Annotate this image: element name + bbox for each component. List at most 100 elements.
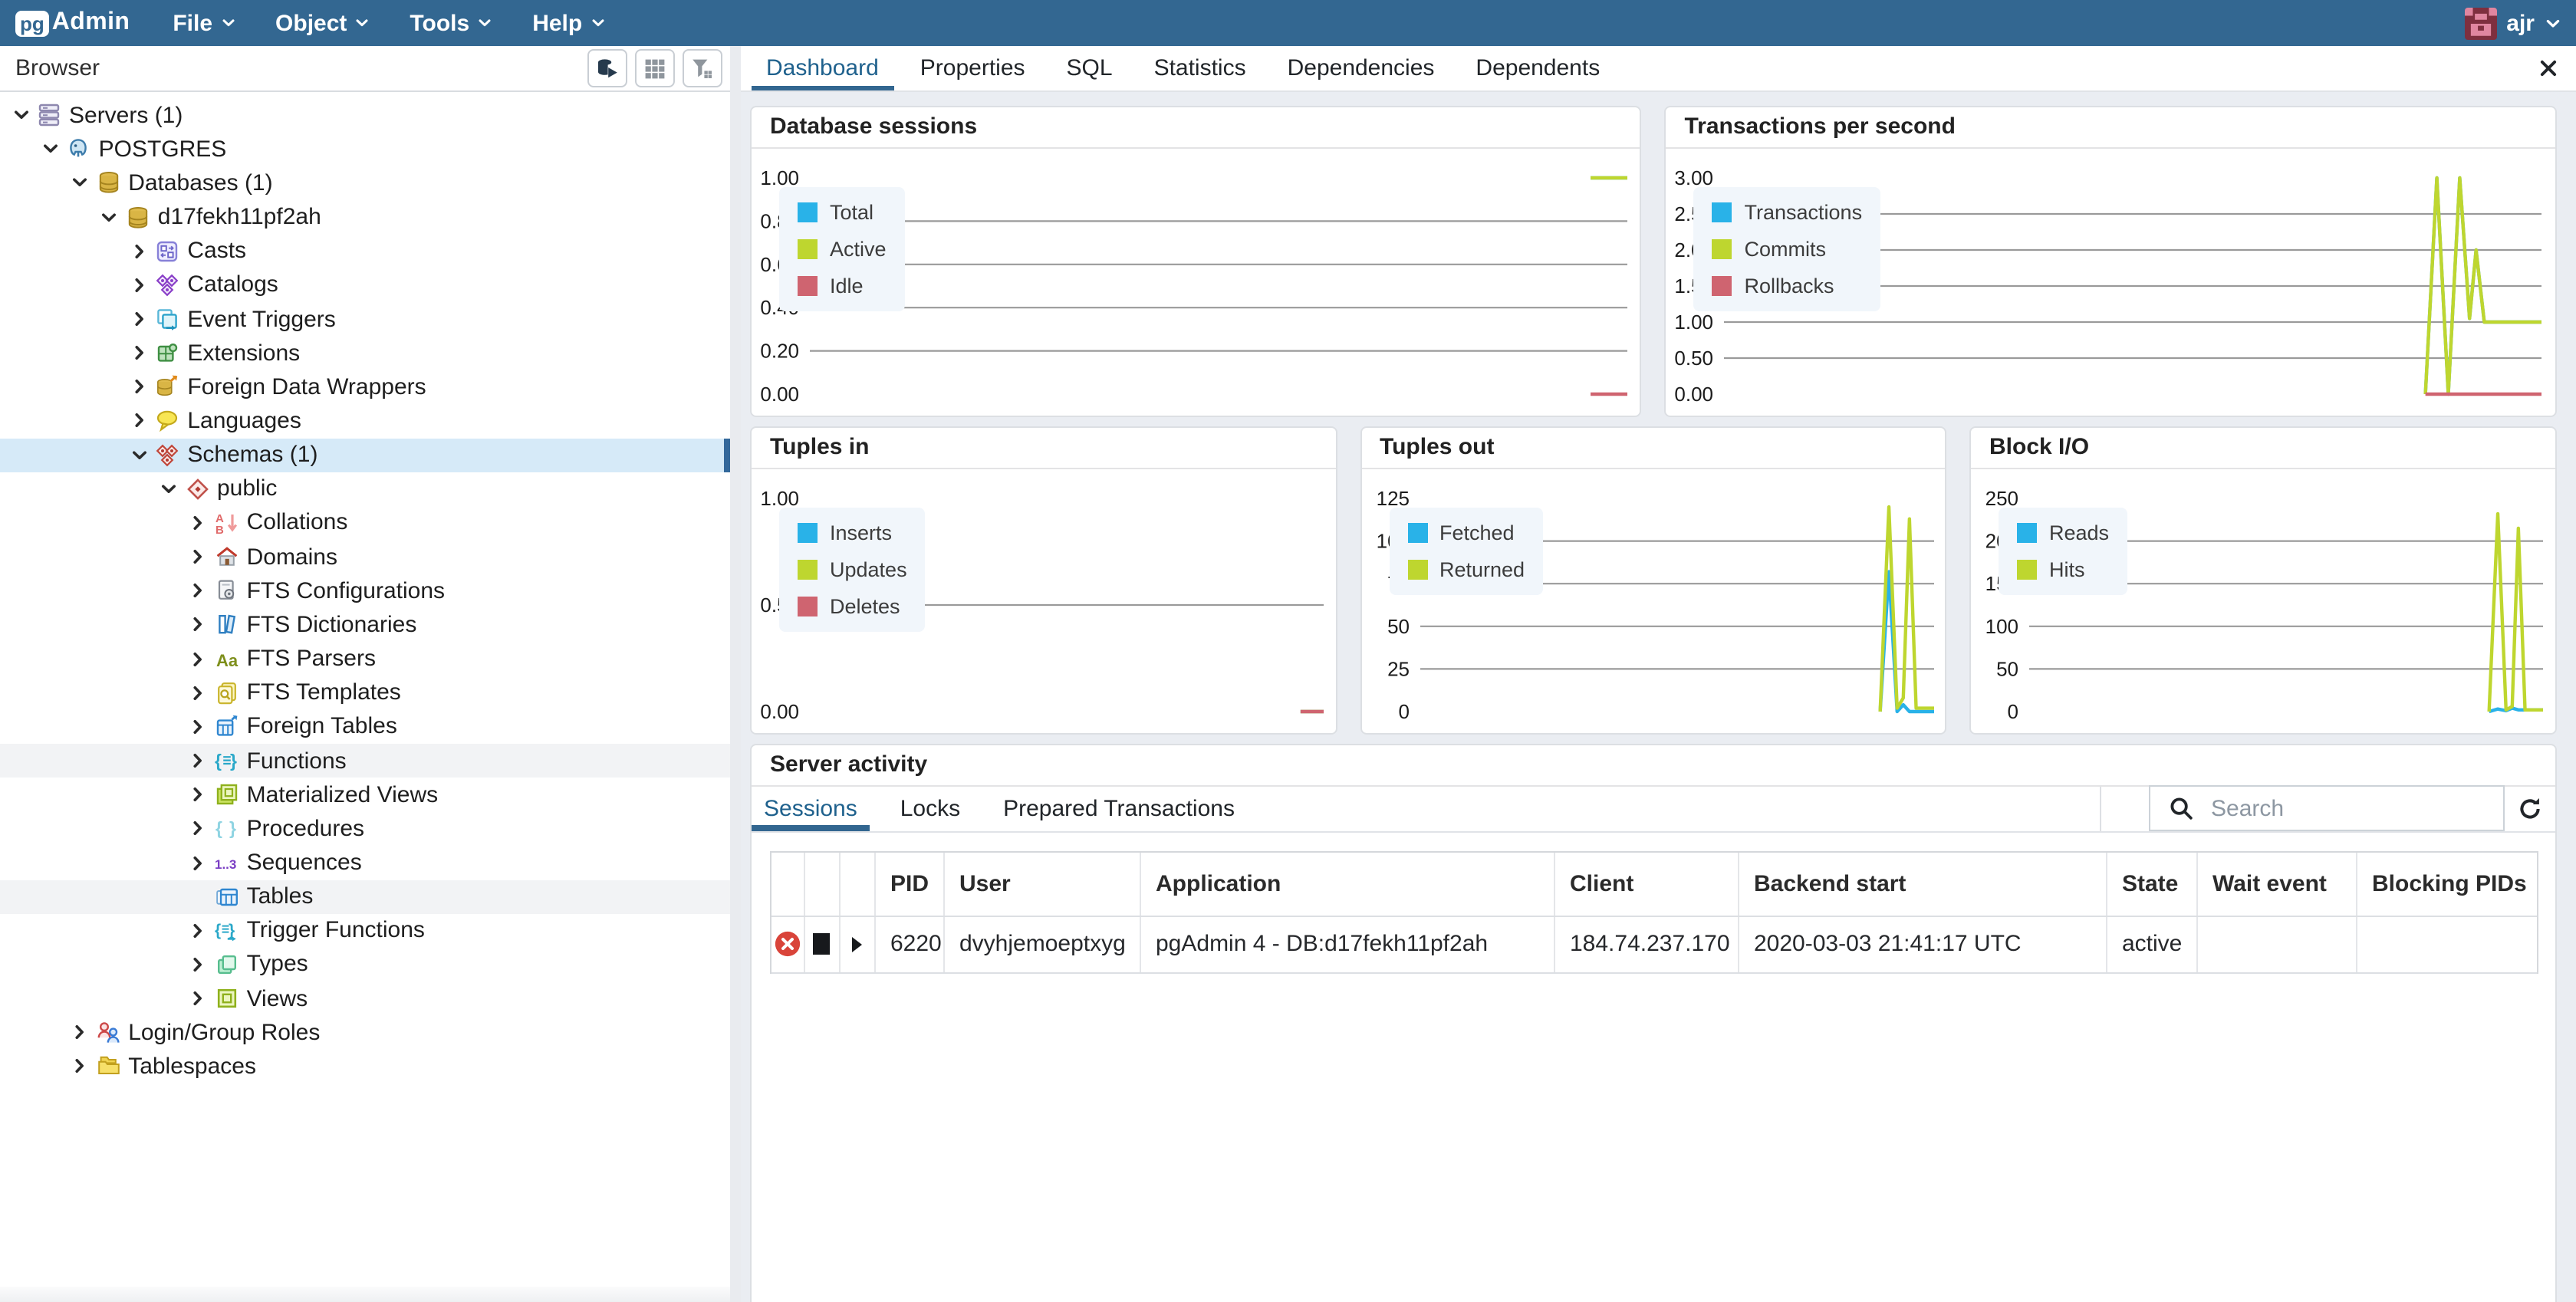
tree-item-domains[interactable]: Domains [0, 540, 730, 574]
chevron-right-icon[interactable] [129, 343, 149, 363]
menu-object[interactable]: Object [275, 10, 370, 36]
tree-item-materialized-views[interactable]: Materialized Views [0, 778, 730, 811]
chevron-right-icon[interactable] [189, 784, 209, 804]
chevron-right-icon[interactable] [189, 988, 209, 1008]
tree-item-fts-templates[interactable]: FTS Templates [0, 676, 730, 709]
chevron-right-icon[interactable] [70, 1023, 90, 1043]
user-menu[interactable]: ajr [2465, 7, 2561, 39]
chevron-right-icon[interactable] [189, 581, 209, 601]
chevron-right-icon[interactable] [189, 819, 209, 839]
tab-label: Dashboard [766, 55, 879, 81]
y-tick-label: 0.00 [760, 382, 799, 405]
chevron-right-icon[interactable] [189, 751, 209, 771]
tree-item-collations[interactable]: ABCollations [0, 506, 730, 540]
activity-tab-prepared-transactions[interactable]: Prepared Transactions [991, 786, 1247, 830]
expand-button[interactable] [850, 935, 864, 953]
database-icon [96, 171, 120, 196]
tree-item-casts[interactable]: Casts [0, 234, 730, 268]
tree-item-fts-parsers[interactable]: AaFTS Parsers [0, 642, 730, 676]
pgadmin-logo: pg Admin [15, 9, 130, 37]
chevron-down-icon[interactable] [100, 207, 120, 227]
chevron-down-icon[interactable] [129, 445, 149, 465]
tree-item-schemas-1[interactable]: Schemas (1) [0, 438, 730, 472]
legend-tuples-out: FetchedReturned [1389, 507, 1543, 594]
tab-statistics[interactable]: Statistics [1139, 46, 1262, 90]
chevron-down-icon[interactable] [11, 105, 31, 125]
tab-dependents[interactable]: Dependents [1460, 46, 1615, 90]
chevron-right-icon [130, 276, 148, 294]
event-triggers-icon [155, 307, 179, 331]
tree-item-label: Extensions [187, 340, 300, 366]
view-data-button[interactable] [635, 49, 675, 87]
main-panel: Dashboard PropertiesSQL Statistics Dependen… [740, 46, 2576, 1302]
tab-properties[interactable]: Properties [905, 46, 1041, 90]
chevron-right-icon[interactable] [189, 513, 209, 533]
sidebar-horizontal-scrollbar[interactable] [0, 1287, 730, 1302]
menu-help[interactable]: Help [532, 10, 605, 36]
legend-label-returned: Returned [1439, 557, 1525, 580]
chevron-right-icon[interactable] [129, 275, 149, 295]
tree-item-login-group-roles[interactable]: Login/Group Roles [0, 1015, 730, 1049]
tree-item-views[interactable]: Views [0, 981, 730, 1015]
chevron-right-icon[interactable] [129, 411, 149, 431]
chevron-right-icon[interactable] [129, 377, 149, 397]
tree-item-servers-1[interactable]: Servers (1) [0, 98, 730, 132]
tree-item-fts-dictionaries[interactable]: FTS Dictionaries [0, 608, 730, 642]
activity-tab-locks[interactable]: Locks [888, 786, 972, 830]
menu-file[interactable]: File [173, 10, 235, 36]
chevron-down-icon[interactable] [70, 173, 90, 193]
tree-item-extensions[interactable]: Extensions [0, 336, 730, 370]
header-cell-backend-start: Backend start [1739, 852, 2107, 915]
tree-item-postgres[interactable]: POSTGRES [0, 132, 730, 166]
tree-item-tables[interactable]: Tables [0, 880, 730, 913]
tab-sql[interactable]: SQL [1051, 46, 1128, 90]
tree-item-catalogs[interactable]: Catalogs [0, 268, 730, 302]
chevron-right-icon[interactable] [189, 649, 209, 669]
chevron-down-icon [100, 208, 119, 226]
menu-tools[interactable]: Tools [410, 10, 492, 36]
tree-item-procedures[interactable]: {}Procedures [0, 812, 730, 846]
tree-item-trigger-functions[interactable]: {}Trigger Functions [0, 914, 730, 948]
tab-dashboard[interactable]: Dashboard [751, 46, 894, 90]
chevron-right-icon[interactable] [189, 547, 209, 567]
tree-item-languages[interactable]: Languages [0, 404, 730, 438]
tree-item-types[interactable]: Types [0, 948, 730, 981]
tree-item-fts-configurations[interactable]: FTS Configurations [0, 574, 730, 607]
chevron-right-icon[interactable] [189, 682, 209, 702]
tree-item-databases-1[interactable]: Databases (1) [0, 166, 730, 200]
terminate-button[interactable] [774, 931, 800, 957]
close-panel-button[interactable] [2538, 46, 2558, 90]
chevron-down-icon[interactable] [41, 139, 61, 159]
tree-item-sequences[interactable]: 1..3Sequences [0, 846, 730, 880]
search-input[interactable] [2211, 795, 2502, 821]
chevron-right-icon[interactable] [189, 615, 209, 635]
query-tool-button[interactable] [587, 49, 627, 87]
chevron-right-icon[interactable] [189, 853, 209, 873]
cell-application: pgAdmin 4 - DB:d17fekh11pf2ah [1140, 916, 1554, 972]
tree-item-tablespaces[interactable]: Tablespaces [0, 1050, 730, 1083]
tree-item-foreign-tables[interactable]: Foreign Tables [0, 710, 730, 744]
tree-item-d17fekh11pf2ah[interactable]: d17fekh11pf2ah [0, 200, 730, 234]
chevron-right-icon[interactable] [70, 1057, 90, 1077]
chevron-right-icon[interactable] [189, 717, 209, 737]
legend-item-reads: Reads [2017, 521, 2109, 544]
catalogs-icon [155, 273, 179, 298]
tab-label: Statistics [1154, 55, 1246, 81]
cell-action-expand [840, 916, 875, 972]
panel-resize-handle[interactable] [730, 46, 740, 1302]
tree-item-foreign-data-wrappers[interactable]: Foreign Data Wrappers [0, 370, 730, 404]
chevron-right-icon[interactable] [129, 241, 149, 261]
chevron-down-icon[interactable] [159, 479, 179, 499]
tree-item-public[interactable]: public [0, 472, 730, 505]
chevron-right-icon[interactable] [129, 309, 149, 329]
stop-button[interactable] [811, 932, 831, 955]
chevron-right-icon[interactable] [189, 955, 209, 975]
chevron-right-icon [189, 582, 208, 600]
activity-tab-sessions[interactable]: Sessions [752, 786, 870, 830]
filtered-rows-button[interactable] [683, 49, 722, 87]
refresh-button[interactable] [2504, 785, 2555, 831]
chevron-right-icon[interactable] [189, 921, 209, 941]
tree-item-functions[interactable]: {}Functions [0, 744, 730, 778]
tab-dependencies[interactable]: Dependencies [1272, 46, 1450, 90]
tree-item-event-triggers[interactable]: Event Triggers [0, 302, 730, 336]
